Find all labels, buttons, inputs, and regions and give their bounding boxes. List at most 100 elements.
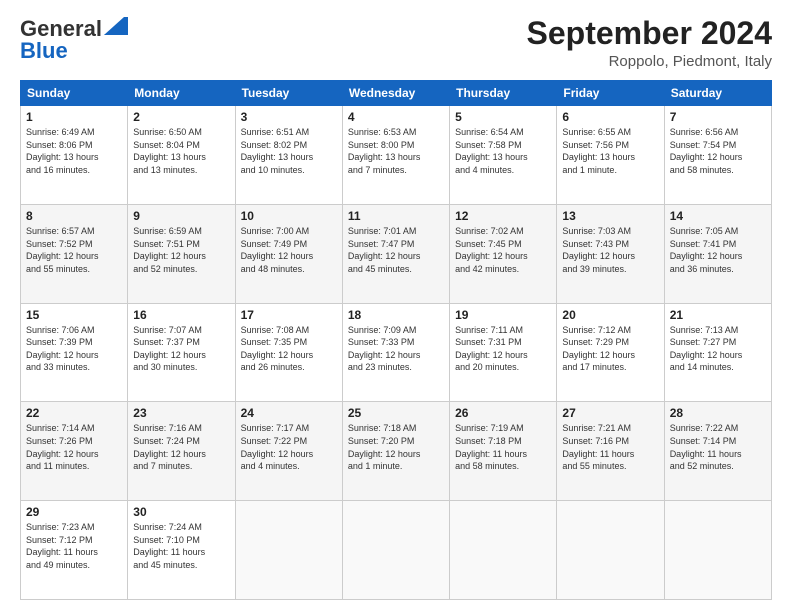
day-info: Sunrise: 7:13 AM Sunset: 7:27 PM Dayligh…	[670, 324, 766, 374]
col-monday: Monday	[128, 81, 235, 106]
calendar-cell: 30 Sunrise: 7:24 AM Sunset: 7:10 PM Dayli…	[128, 501, 235, 600]
col-friday: Friday	[557, 81, 664, 106]
day-info: Sunrise: 7:14 AM Sunset: 7:26 PM Dayligh…	[26, 422, 122, 472]
calendar-cell	[664, 501, 771, 600]
month-title: September 2024	[527, 16, 772, 51]
calendar-cell: 11Sunrise: 7:01 AM Sunset: 7:47 PM Dayli…	[342, 204, 449, 303]
col-saturday: Saturday	[664, 81, 771, 106]
day-info: Sunrise: 7:08 AM Sunset: 7:35 PM Dayligh…	[241, 324, 337, 374]
calendar-cell: 8 Sunrise: 6:57 AM Sunset: 7:52 PM Daylig…	[21, 204, 128, 303]
calendar-cell: 9Sunrise: 6:59 AM Sunset: 7:51 PM Daylig…	[128, 204, 235, 303]
day-number: 29	[26, 505, 122, 519]
day-number: 8	[26, 209, 122, 223]
logo-icon	[104, 17, 128, 35]
day-number: 26	[455, 406, 551, 420]
day-info: Sunrise: 7:12 AM Sunset: 7:29 PM Dayligh…	[562, 324, 658, 374]
calendar-cell: 13 Sunrise: 7:03 AM Sunset: 7:43 PM Dayli…	[557, 204, 664, 303]
day-number: 12	[455, 209, 551, 223]
day-number: 1	[26, 110, 122, 124]
day-number: 4	[348, 110, 444, 124]
day-number: 5	[455, 110, 551, 124]
calendar-week-3: 15 Sunrise: 7:06 AM Sunset: 7:39 PM Dayli…	[21, 303, 772, 402]
day-info: Sunrise: 6:55 AM Sunset: 7:56 PM Dayligh…	[562, 126, 658, 176]
calendar-cell: 24Sunrise: 7:17 AM Sunset: 7:22 PM Dayli…	[235, 402, 342, 501]
calendar-cell: 14 Sunrise: 7:05 AM Sunset: 7:41 PM Dayli…	[664, 204, 771, 303]
day-number: 25	[348, 406, 444, 420]
day-info: Sunrise: 6:53 AM Sunset: 8:00 PM Dayligh…	[348, 126, 444, 176]
day-info: Sunrise: 6:57 AM Sunset: 7:52 PM Dayligh…	[26, 225, 122, 275]
day-number: 20	[562, 308, 658, 322]
title-block: September 2024 Roppolo, Piedmont, Italy	[527, 16, 772, 70]
calendar-cell: 21 Sunrise: 7:13 AM Sunset: 7:27 PM Dayli…	[664, 303, 771, 402]
day-info: Sunrise: 7:05 AM Sunset: 7:41 PM Dayligh…	[670, 225, 766, 275]
calendar-cell: 20 Sunrise: 7:12 AM Sunset: 7:29 PM Dayli…	[557, 303, 664, 402]
day-info: Sunrise: 6:49 AM Sunset: 8:06 PM Dayligh…	[26, 126, 122, 176]
calendar-cell: 19Sunrise: 7:11 AM Sunset: 7:31 PM Dayli…	[450, 303, 557, 402]
calendar-cell: 27 Sunrise: 7:21 AM Sunset: 7:16 PM Dayli…	[557, 402, 664, 501]
calendar-week-1: 1 Sunrise: 6:49 AM Sunset: 8:06 PM Daylig…	[21, 106, 772, 205]
day-number: 2	[133, 110, 229, 124]
day-number: 16	[133, 308, 229, 322]
calendar-cell: 28Sunrise: 7:22 AM Sunset: 7:14 PM Dayli…	[664, 402, 771, 501]
day-number: 14	[670, 209, 766, 223]
calendar-cell: 10Sunrise: 7:00 AM Sunset: 7:49 PM Dayli…	[235, 204, 342, 303]
day-info: Sunrise: 7:02 AM Sunset: 7:45 PM Dayligh…	[455, 225, 551, 275]
calendar-cell: 5 Sunrise: 6:54 AM Sunset: 7:58 PM Daylig…	[450, 106, 557, 205]
day-info: Sunrise: 7:18 AM Sunset: 7:20 PM Dayligh…	[348, 422, 444, 472]
day-info: Sunrise: 6:56 AM Sunset: 7:54 PM Dayligh…	[670, 126, 766, 176]
calendar-cell	[450, 501, 557, 600]
day-info: Sunrise: 7:01 AM Sunset: 7:47 PM Dayligh…	[348, 225, 444, 275]
day-number: 22	[26, 406, 122, 420]
day-number: 28	[670, 406, 766, 420]
calendar-cell	[342, 501, 449, 600]
calendar-cell: 4 Sunrise: 6:53 AM Sunset: 8:00 PM Daylig…	[342, 106, 449, 205]
day-number: 27	[562, 406, 658, 420]
day-info: Sunrise: 7:06 AM Sunset: 7:39 PM Dayligh…	[26, 324, 122, 374]
day-info: Sunrise: 7:16 AM Sunset: 7:24 PM Dayligh…	[133, 422, 229, 472]
col-tuesday: Tuesday	[235, 81, 342, 106]
col-wednesday: Wednesday	[342, 81, 449, 106]
day-number: 13	[562, 209, 658, 223]
calendar-week-4: 22 Sunrise: 7:14 AM Sunset: 7:26 PM Dayli…	[21, 402, 772, 501]
calendar-week-2: 8 Sunrise: 6:57 AM Sunset: 7:52 PM Daylig…	[21, 204, 772, 303]
calendar-cell: 16 Sunrise: 7:07 AM Sunset: 7:37 PM Dayli…	[128, 303, 235, 402]
calendar-cell: 23 Sunrise: 7:16 AM Sunset: 7:24 PM Dayli…	[128, 402, 235, 501]
calendar-cell: 3Sunrise: 6:51 AM Sunset: 8:02 PM Daylig…	[235, 106, 342, 205]
day-number: 18	[348, 308, 444, 322]
day-info: Sunrise: 7:11 AM Sunset: 7:31 PM Dayligh…	[455, 324, 551, 374]
day-number: 9	[133, 209, 229, 223]
calendar-cell: 12 Sunrise: 7:02 AM Sunset: 7:45 PM Dayli…	[450, 204, 557, 303]
day-info: Sunrise: 7:24 AM Sunset: 7:10 PM Dayligh…	[133, 521, 229, 571]
day-number: 21	[670, 308, 766, 322]
calendar-cell: 22 Sunrise: 7:14 AM Sunset: 7:26 PM Dayli…	[21, 402, 128, 501]
logo: General Blue	[20, 16, 128, 64]
days-header-row: Sunday Monday Tuesday Wednesday Thursday…	[21, 81, 772, 106]
day-number: 15	[26, 308, 122, 322]
calendar-cell: 26 Sunrise: 7:19 AM Sunset: 7:18 PM Dayli…	[450, 402, 557, 501]
calendar-week-5: 29 Sunrise: 7:23 AM Sunset: 7:12 PM Dayli…	[21, 501, 772, 600]
day-info: Sunrise: 7:03 AM Sunset: 7:43 PM Dayligh…	[562, 225, 658, 275]
day-number: 23	[133, 406, 229, 420]
day-info: Sunrise: 7:07 AM Sunset: 7:37 PM Dayligh…	[133, 324, 229, 374]
day-info: Sunrise: 7:21 AM Sunset: 7:16 PM Dayligh…	[562, 422, 658, 472]
calendar-table: Sunday Monday Tuesday Wednesday Thursday…	[20, 80, 772, 600]
col-sunday: Sunday	[21, 81, 128, 106]
calendar-cell: 25 Sunrise: 7:18 AM Sunset: 7:20 PM Dayli…	[342, 402, 449, 501]
logo-blue-text: Blue	[20, 38, 68, 64]
calendar-cell: 15 Sunrise: 7:06 AM Sunset: 7:39 PM Dayli…	[21, 303, 128, 402]
day-number: 17	[241, 308, 337, 322]
calendar-cell: 29 Sunrise: 7:23 AM Sunset: 7:12 PM Dayli…	[21, 501, 128, 600]
calendar-page: General Blue September 2024 Roppolo, Pie…	[0, 0, 792, 612]
day-info: Sunrise: 7:23 AM Sunset: 7:12 PM Dayligh…	[26, 521, 122, 571]
col-thursday: Thursday	[450, 81, 557, 106]
day-info: Sunrise: 7:19 AM Sunset: 7:18 PM Dayligh…	[455, 422, 551, 472]
day-number: 30	[133, 505, 229, 519]
location: Roppolo, Piedmont, Italy	[527, 53, 772, 70]
day-info: Sunrise: 7:17 AM Sunset: 7:22 PM Dayligh…	[241, 422, 337, 472]
day-number: 6	[562, 110, 658, 124]
day-info: Sunrise: 7:09 AM Sunset: 7:33 PM Dayligh…	[348, 324, 444, 374]
day-info: Sunrise: 6:54 AM Sunset: 7:58 PM Dayligh…	[455, 126, 551, 176]
day-info: Sunrise: 6:51 AM Sunset: 8:02 PM Dayligh…	[241, 126, 337, 176]
calendar-cell	[235, 501, 342, 600]
calendar-cell: 1 Sunrise: 6:49 AM Sunset: 8:06 PM Daylig…	[21, 106, 128, 205]
